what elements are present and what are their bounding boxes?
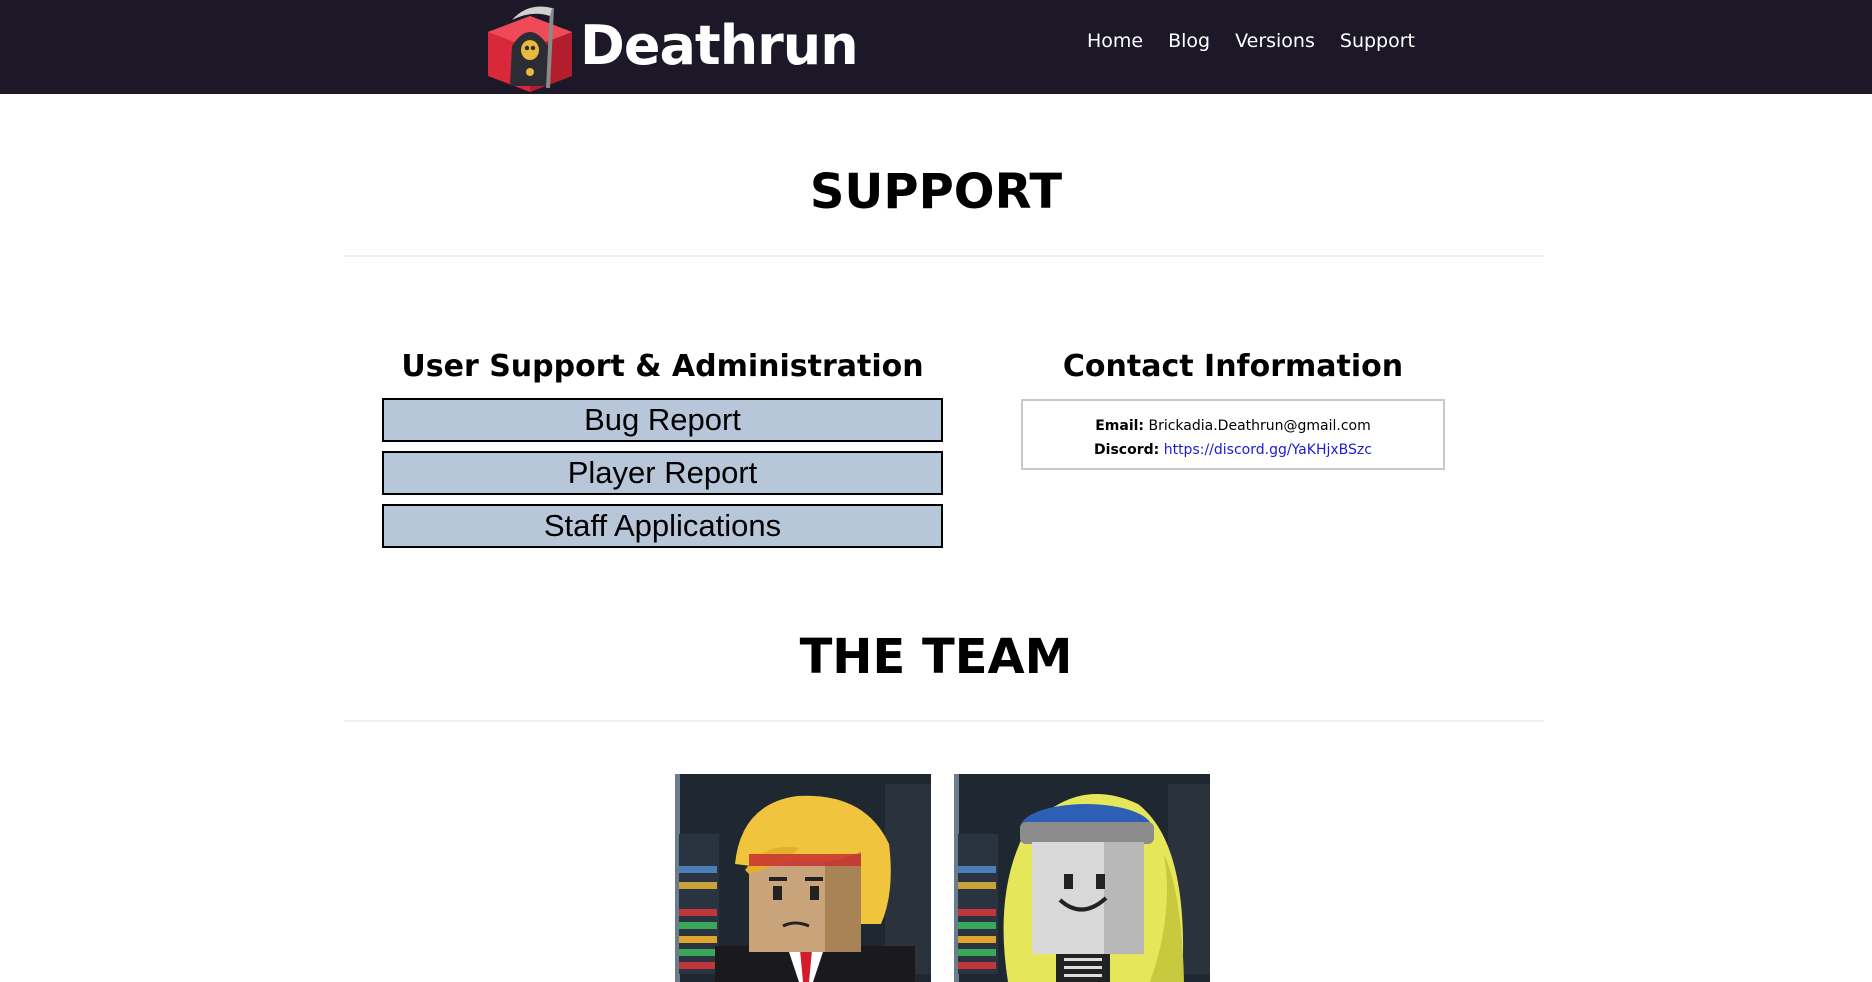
team-member-card[interactable] [675,774,931,982]
brand[interactable]: Deathrun [482,0,859,94]
team-member-card[interactable] [954,774,1210,982]
discord-link[interactable]: https://discord.gg/YaKHjxBSzc [1164,442,1372,458]
email-label: Email: [1095,418,1145,434]
email-value: Brickadia.Deathrun@gmail.com [1148,418,1371,434]
nav-home[interactable]: Home [1087,30,1143,52]
email-line: Email: Brickadia.Deathrun@gmail.com [1023,414,1443,438]
staff-applications-button[interactable]: Staff Applications [382,504,943,548]
player-report-button[interactable]: Player Report [382,451,943,495]
reaper-cube-logo-icon [488,6,572,92]
brand-name: Deathrun [580,13,859,77]
support-title: SUPPORT [809,164,1063,220]
top-navbar: Deathrun Home Blog Versions Support [0,0,1872,94]
nav-support[interactable]: Support [1340,30,1415,52]
contact-box: Email: Brickadia.Deathrun@gmail.com Disc… [1021,399,1445,470]
support-divider [344,255,1544,257]
discord-label: Discord: [1094,442,1160,458]
discord-line: Discord: https://discord.gg/YaKHjxBSzc [1023,438,1443,462]
bug-report-button[interactable]: Bug Report [382,398,943,442]
main-nav: Home Blog Versions Support [1087,30,1415,52]
admin-heading: User Support & Administration [401,349,924,384]
contact-heading: Contact Information [1062,349,1404,384]
nav-versions[interactable]: Versions [1235,30,1315,52]
nav-blog[interactable]: Blog [1168,30,1210,52]
team-divider [344,720,1544,722]
team-title: THE TEAM [799,629,1073,685]
yellow-hood-minifig-avatar [954,774,1210,982]
blonde-suit-minifig-avatar [675,774,931,982]
